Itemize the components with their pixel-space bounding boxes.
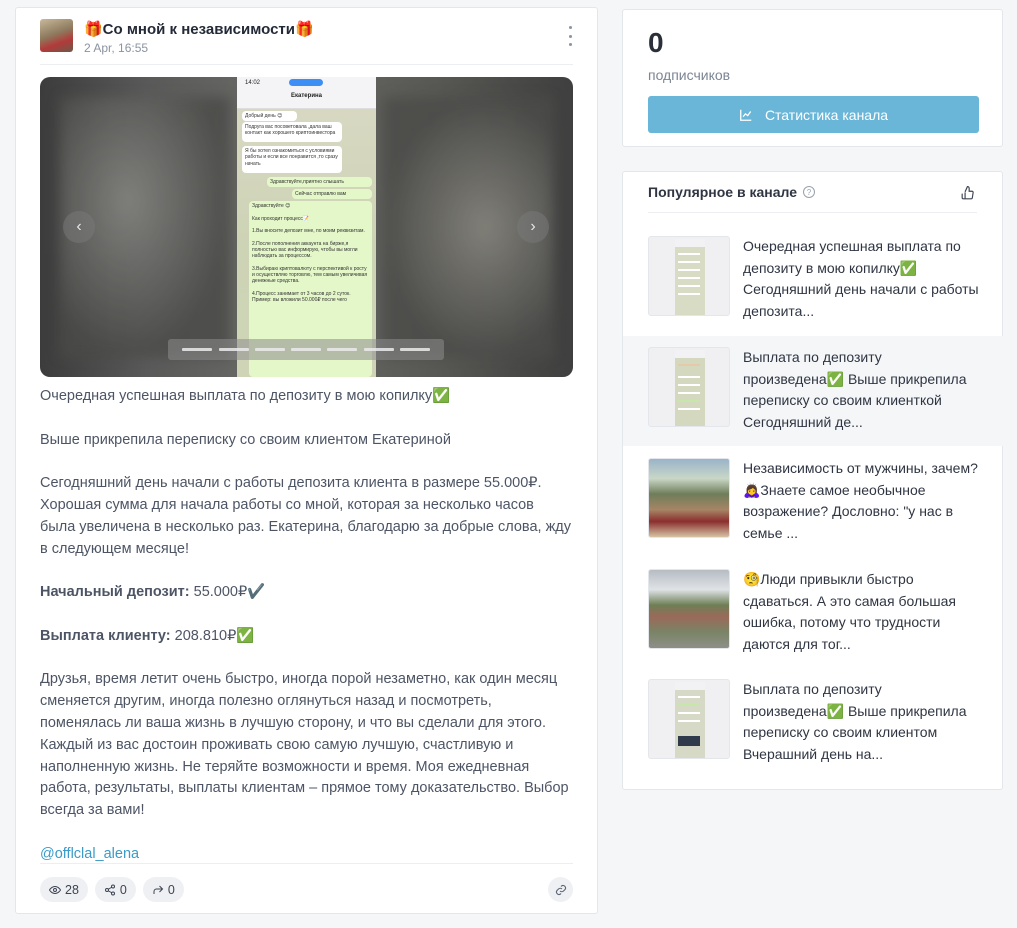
popular-post-text: Очередная успешная выплата по депозиту в… <box>743 238 979 319</box>
stats-button-label: Статистика канала <box>764 106 889 123</box>
popular-post-thumbnail <box>648 569 730 649</box>
popular-posts-card: Популярное в канале ? Очередная успешная… <box>622 171 1004 790</box>
channel-avatar[interactable] <box>40 19 73 52</box>
eye-icon <box>49 885 61 894</box>
chevron-left-icon: ‹ <box>76 218 82 235</box>
chat-area: Добрый день 😊 Подруга вас посоветовала ,… <box>237 109 376 377</box>
payout-value: 208.810₽✅ <box>170 627 255 644</box>
chat-contact-name: Екатерина <box>291 93 322 99</box>
popular-post-text: Выплата по депозиту произведена✅ Выше пр… <box>743 349 967 430</box>
carousel-indicator[interactable] <box>182 348 213 351</box>
carousel-indicator[interactable] <box>363 348 394 351</box>
forward-icon <box>153 885 164 894</box>
carousel-indicators[interactable] <box>168 339 444 360</box>
divider <box>40 64 573 65</box>
chat-line: Как проходит процесс📝 <box>252 215 310 222</box>
chat-bubble: Я бы хотел ознакомиться с условиями рабо… <box>242 146 342 173</box>
share-icon <box>104 884 115 895</box>
chat-screenshot-image: 14:02 Екатерина Добрый день 😊 Подруга ва… <box>237 77 376 377</box>
popular-title: Популярное в канале <box>648 184 797 200</box>
post-body: Очередная успешная выплата по депозиту в… <box>40 386 573 887</box>
payout-line: Выплата клиенту: 208.810₽✅ <box>40 626 573 648</box>
subscribers-label: подписчиков <box>648 67 731 83</box>
subscribers-card: 0 подписчиков Статистика канала <box>622 9 1003 147</box>
popular-post-item[interactable]: Независимость от мужчины, зачем?🙇‍♀️Знае… <box>623 458 1004 569</box>
chat-line: Здравствуйте 😊 <box>252 203 291 209</box>
chevron-right-icon: › <box>530 218 536 235</box>
views-counter[interactable]: 28 <box>40 877 88 902</box>
post-media-carousel[interactable]: 14:02 Екатерина Добрый день 😊 Подруга ва… <box>40 77 573 377</box>
post-stats: 28 0 0 <box>40 877 184 902</box>
carousel-indicator[interactable] <box>399 348 430 351</box>
divider <box>40 863 573 864</box>
deposit-label: Начальный депозит: <box>40 584 190 601</box>
chat-bubble: Здравствуйте,приятно слышать <box>267 177 372 188</box>
channel-stats-button[interactable]: Статистика канала <box>648 96 979 133</box>
popular-post-item[interactable]: 🧐Люди привыкли быстро сдаваться. А это с… <box>623 569 1004 680</box>
post-card: 🎁Со мной к независимости🎁 2 Apr, 16:55 1… <box>15 7 598 914</box>
subscribers-count: 0 <box>648 27 664 58</box>
chat-line: Пример: вы вложили 50.000₽ после чего <box>252 296 347 303</box>
channel-title[interactable]: 🎁Со мной к независимости🎁 <box>84 20 314 38</box>
carousel-next-button[interactable]: › <box>517 211 549 243</box>
popular-post-text: 🧐Люди привыкли быстро сдаваться. А это с… <box>743 571 957 652</box>
post-header: 🎁Со мной к независимости🎁 2 Apr, 16:55 <box>40 18 577 66</box>
chat-line: 1.Вы вносите депозит мне, по моим реквиз… <box>252 228 365 234</box>
chat-header: Екатерина <box>237 89 376 109</box>
post-paragraph: Очередная успешная выплата по депозиту в… <box>40 388 451 404</box>
post-paragraph: Сегодняшний день начали с работы депозит… <box>40 475 571 557</box>
popular-title-row: Популярное в канале ? <box>648 184 815 200</box>
phone-call-pill <box>289 79 323 86</box>
views-count: 28 <box>65 882 79 897</box>
carousel-indicator[interactable] <box>218 348 249 351</box>
link-icon <box>555 884 566 895</box>
chat-line: 2.После пополнения аккаунта на бирже,я п… <box>252 240 358 260</box>
forwards-counter[interactable]: 0 <box>142 877 184 902</box>
phone-time: 14:02 <box>245 80 261 86</box>
carousel-prev-button[interactable]: ‹ <box>63 211 95 243</box>
payout-label: Выплата клиенту: <box>40 627 171 644</box>
carousel-indicator[interactable] <box>327 348 358 351</box>
popular-post-text: Независимость от мужчины, зачем?🙇‍♀️Знае… <box>743 460 978 541</box>
channel-mention-link[interactable]: @offlclal_alena <box>40 846 139 862</box>
deposit-line: Начальный депозит: 55.000₽✔️ <box>40 582 573 604</box>
popular-post-thumbnail <box>648 236 730 316</box>
popular-post-item[interactable]: Выплата по депозиту произведена✅ Выше пр… <box>623 679 1004 790</box>
thumbs-up-icon[interactable] <box>961 186 975 200</box>
deposit-value: 55.000₽✔️ <box>189 584 266 601</box>
popular-post-item[interactable]: Очередная успешная выплата по депозиту в… <box>623 236 1004 347</box>
popular-post-thumbnail <box>648 458 730 538</box>
shares-counter[interactable]: 0 <box>94 877 136 902</box>
popular-post-text: Выплата по депозиту произведена✅ Выше пр… <box>743 681 967 762</box>
carousel-indicator[interactable] <box>291 348 321 351</box>
post-paragraph: Выше прикрепила переписку со своим клиен… <box>40 431 451 448</box>
help-icon[interactable]: ? <box>803 186 815 198</box>
shares-count: 0 <box>119 882 127 897</box>
divider <box>648 212 977 213</box>
chat-bubble: Добрый день 😊 <box>242 111 297 122</box>
forwards-count: 0 <box>167 882 175 897</box>
popular-post-thumbnail <box>648 347 730 427</box>
chat-line: 3.Выбираю криптовалюту с перспективой к … <box>252 265 368 285</box>
more-options-icon[interactable] <box>563 26 577 46</box>
post-date: 2 Apr, 16:55 <box>84 41 149 55</box>
chat-bubble: Подруга вас посоветовала ,дала ваш конта… <box>242 122 342 142</box>
post-paragraph: Друзья, время летит очень быстро, иногда… <box>40 671 569 819</box>
chart-icon <box>740 109 752 121</box>
popular-post-thumbnail <box>648 679 730 759</box>
chat-bubble: Сейчас отправлю вам <box>292 189 372 200</box>
carousel-indicator[interactable] <box>254 348 285 351</box>
popular-post-item[interactable]: Выплата по депозиту произведена✅ Выше пр… <box>623 336 1004 446</box>
copy-link-button[interactable] <box>548 877 573 902</box>
